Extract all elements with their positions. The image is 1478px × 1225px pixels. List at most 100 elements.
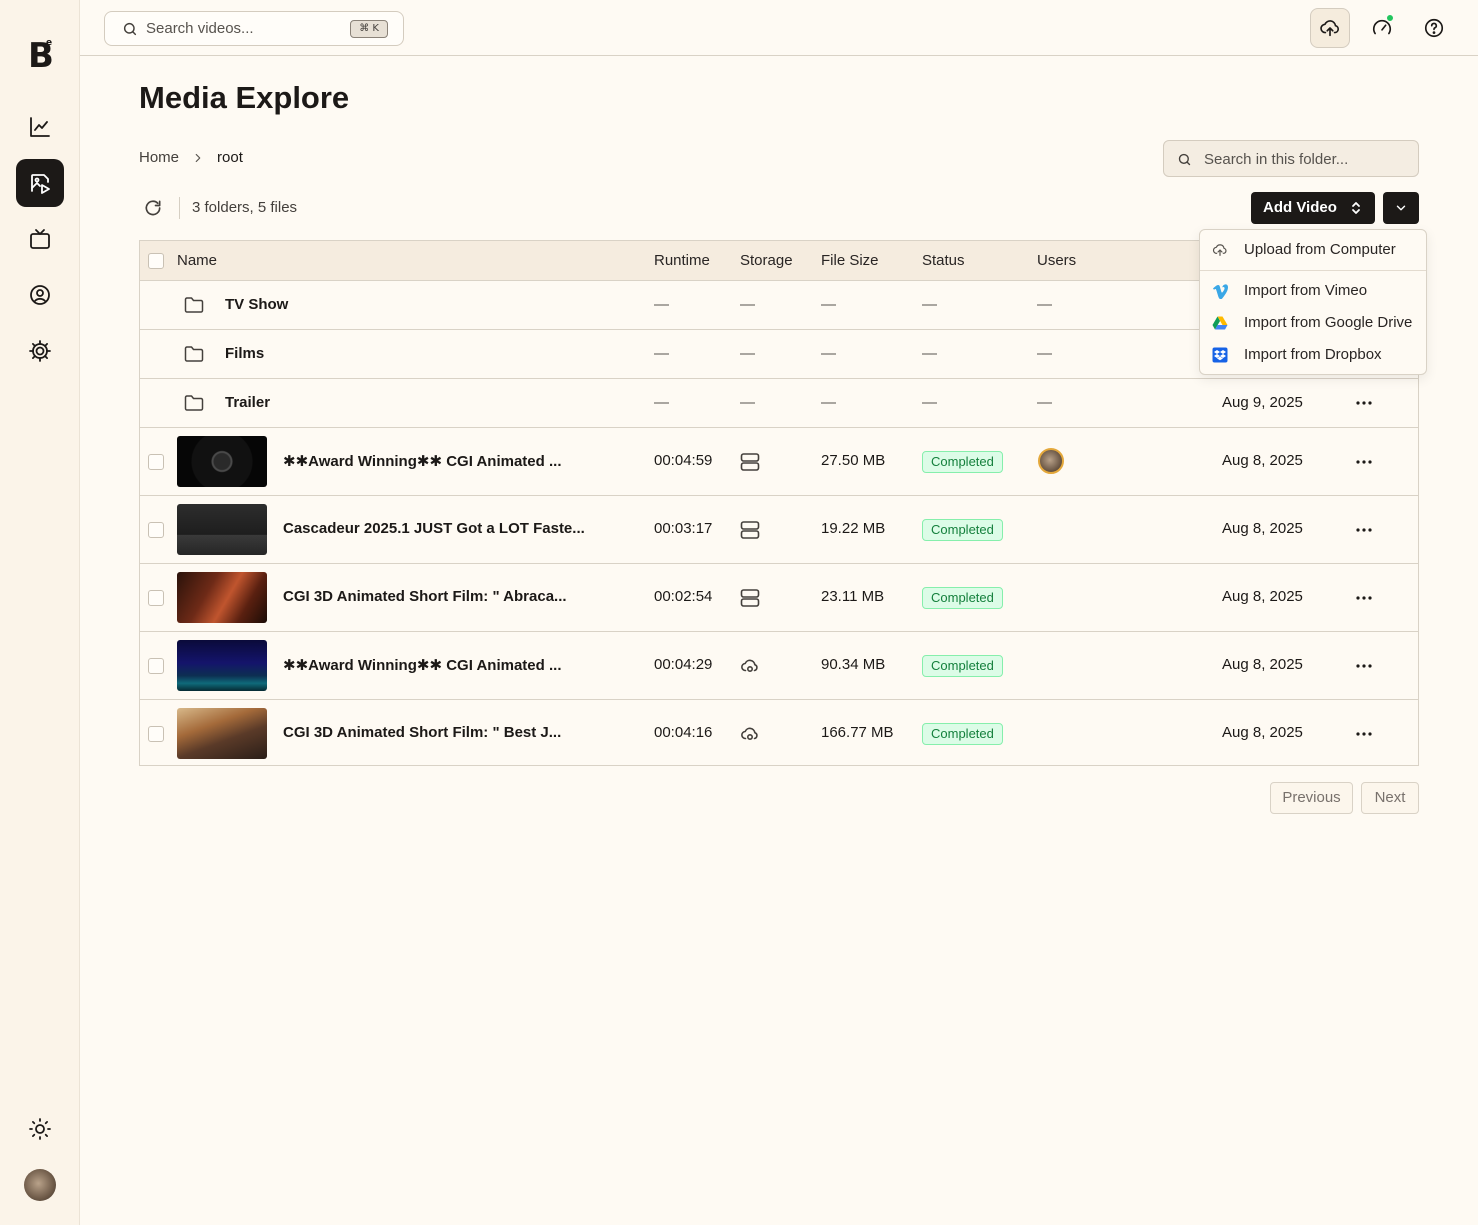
server-icon <box>740 521 760 539</box>
previous-button[interactable]: Previous <box>1270 782 1353 814</box>
status: — <box>922 296 937 313</box>
file-name[interactable]: ✱✱Award Winning✱✱ CGI Animated ... <box>283 452 561 470</box>
date: Aug 9, 2025 <box>1222 394 1303 411</box>
status-badge: Completed <box>922 655 1003 677</box>
date: Aug 8, 2025 <box>1222 588 1303 605</box>
status: — <box>922 394 937 411</box>
breadcrumb-current[interactable]: root <box>217 149 243 166</box>
file-size: 23.11 MB <box>821 588 885 605</box>
header-runtime[interactable]: Runtime <box>654 252 710 269</box>
server-icon <box>740 589 760 607</box>
media-nav-button[interactable] <box>16 159 64 207</box>
file-row[interactable]: ✱✱Award Winning✱✱ CGI Animated ... 00:04… <box>140 428 1418 496</box>
more-icon[interactable] <box>1356 401 1372 405</box>
header-file-size[interactable]: File Size <box>821 252 879 269</box>
menu-item-vimeo[interactable]: Import from Vimeo <box>1200 276 1426 306</box>
date: Aug 8, 2025 <box>1222 520 1303 537</box>
status-button[interactable] <box>1362 8 1402 48</box>
help-button[interactable] <box>1414 8 1454 48</box>
chevron-down-icon <box>1396 205 1406 211</box>
file-name[interactable]: CGI 3D Animated Short Film: " Abraca... <box>283 588 567 605</box>
file-name[interactable]: CGI 3D Animated Short Film: " Best J... <box>283 724 561 741</box>
folder-search-input[interactable]: Search in this folder... <box>1163 140 1419 177</box>
menu-item-dropbox[interactable]: Import from Dropbox <box>1200 340 1426 370</box>
cloud-icon <box>741 727 758 741</box>
item-count: 3 folders, 5 files <box>192 199 298 216</box>
file-row[interactable]: ✱✱Award Winning✱✱ CGI Animated ... 00:04… <box>140 632 1418 700</box>
select-all-checkbox[interactable] <box>148 253 164 269</box>
row-checkbox[interactable] <box>148 726 164 742</box>
storage: — <box>740 394 755 411</box>
tv-icon <box>30 229 50 249</box>
more-icon[interactable] <box>1356 460 1372 464</box>
add-video-dropdown-button[interactable] <box>1383 192 1419 224</box>
chevron-up-down-icon <box>1352 202 1360 214</box>
tv-nav-button[interactable] <box>16 215 64 263</box>
header-users[interactable]: Users <box>1037 252 1076 269</box>
file-size: — <box>821 345 836 362</box>
refresh-icon[interactable] <box>143 198 163 218</box>
account-nav-button[interactable] <box>16 271 64 319</box>
video-thumbnail[interactable] <box>177 504 267 555</box>
row-checkbox[interactable] <box>148 454 164 470</box>
menu-item-label: Import from Google Drive <box>1244 314 1413 331</box>
file-size: 19.22 MB <box>821 520 886 537</box>
row-checkbox[interactable] <box>148 522 164 538</box>
file-size: — <box>821 394 836 411</box>
sidebar: Be <box>0 0 80 1225</box>
file-size: — <box>821 296 836 313</box>
menu-item-upload-computer[interactable]: Upload from Computer <box>1200 235 1426 265</box>
folder-row[interactable]: Trailer — — — — — Aug 9, 2025 <box>140 379 1418 428</box>
cloud-upload-icon <box>1212 244 1227 256</box>
file-row[interactable]: Cascadeur 2025.1 JUST Got a LOT Faste...… <box>140 496 1418 564</box>
row-checkbox[interactable] <box>148 590 164 606</box>
folder-icon <box>184 346 204 362</box>
user-avatar[interactable] <box>24 1169 56 1201</box>
media-file-icon <box>31 174 50 194</box>
file-row[interactable]: CGI 3D Animated Short Film: " Abraca... … <box>140 564 1418 632</box>
folder-name[interactable]: Films <box>225 345 264 362</box>
next-button[interactable]: Next <box>1361 782 1419 814</box>
settings-nav-button[interactable] <box>16 327 64 375</box>
file-name[interactable]: Cascadeur 2025.1 JUST Got a LOT Faste... <box>283 520 585 537</box>
file-size: 90.34 MB <box>821 656 886 673</box>
row-checkbox[interactable] <box>148 658 164 674</box>
date: Aug 8, 2025 <box>1222 656 1303 673</box>
chevron-right-icon <box>195 153 201 162</box>
file-size: 27.50 MB <box>821 452 886 469</box>
search-placeholder: Search videos... <box>146 20 254 37</box>
runtime: — <box>654 345 669 362</box>
file-name[interactable]: ✱✱Award Winning✱✱ CGI Animated ... <box>283 656 561 674</box>
video-thumbnail[interactable] <box>177 708 267 759</box>
more-icon[interactable] <box>1356 664 1372 668</box>
upload-button[interactable] <box>1310 8 1350 48</box>
global-search-input[interactable]: Search videos... ⌘ K <box>104 11 404 46</box>
more-icon[interactable] <box>1356 528 1372 532</box>
server-icon <box>740 453 760 471</box>
runtime: 00:03:17 <box>654 520 713 537</box>
add-video-button[interactable]: Add Video <box>1251 192 1375 224</box>
more-icon[interactable] <box>1356 732 1372 736</box>
user-circle-icon <box>30 285 50 305</box>
video-thumbnail[interactable] <box>177 436 267 487</box>
folder-name[interactable]: Trailer <box>225 394 270 411</box>
file-size: 166.77 MB <box>821 724 894 741</box>
status-badge: Completed <box>922 519 1003 541</box>
more-icon[interactable] <box>1356 596 1372 600</box>
menu-item-label: Upload from Computer <box>1244 241 1396 258</box>
runtime: — <box>654 296 669 313</box>
menu-item-google-drive[interactable]: Import from Google Drive <box>1200 308 1426 338</box>
users: — <box>1037 394 1052 411</box>
header-status[interactable]: Status <box>922 252 965 269</box>
folder-name[interactable]: TV Show <box>225 296 288 313</box>
breadcrumb-home[interactable]: Home <box>139 149 179 166</box>
app-logo[interactable]: Be <box>28 36 54 76</box>
header-storage[interactable]: Storage <box>740 252 793 269</box>
file-row[interactable]: CGI 3D Animated Short Film: " Best J... … <box>140 700 1418 767</box>
video-thumbnail[interactable] <box>177 572 267 623</box>
header-name[interactable]: Name <box>177 252 217 269</box>
user-avatar[interactable] <box>1038 448 1064 474</box>
analytics-nav-button[interactable] <box>16 103 64 151</box>
theme-toggle-button[interactable] <box>16 1105 64 1153</box>
video-thumbnail[interactable] <box>177 640 267 691</box>
